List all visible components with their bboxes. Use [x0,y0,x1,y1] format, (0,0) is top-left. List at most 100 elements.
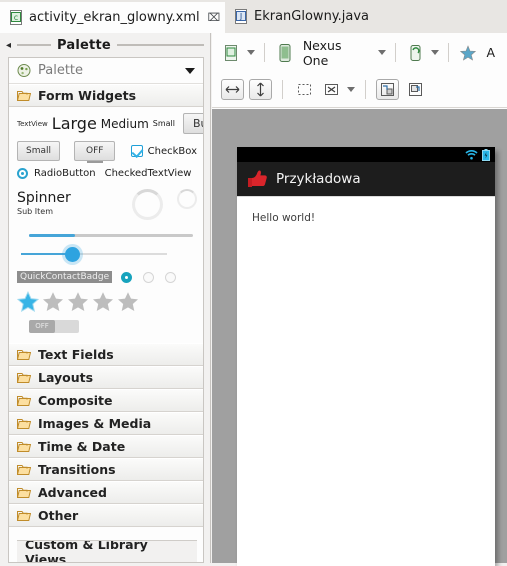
tab-label: activity_ekran_glowny.xml [29,9,200,25]
widget-small-button[interactable]: Small [17,141,60,161]
widget-rating-bar[interactable] [17,291,197,312]
palette-category-text-fields[interactable]: Text Fields [9,343,203,366]
phone-icon [274,43,296,63]
palette-panel: ◂ Palette Palette Form Widgets TextView … [0,33,211,563]
category-label: Text Fields [38,347,114,362]
radio-button-icon[interactable] [17,168,28,179]
tab-label: EkranGlowny.java [254,9,370,24]
widget-button[interactable]: Button [183,113,203,134]
widget-checkedtextview-label[interactable]: CheckedTextView [105,168,192,179]
tab-activity-ekran-glowny-xml[interactable]: c activity_ekran_glowny.xml ⌧ [0,2,231,33]
outline-nested-icon[interactable] [376,79,399,100]
eclipse-layout-editor: c activity_ekran_glowny.xml ⌧ J EkranGlo… [0,0,507,566]
device-preview[interactable]: Przykładowa Hello world! [237,147,495,566]
widget-large-text[interactable]: Large [52,114,97,133]
palette-header: Palette [9,58,203,84]
hello-world-text[interactable]: Hello world! [237,197,495,224]
svg-text:c: c [14,13,18,22]
palette-body: Palette Form Widgets TextView Large Medi… [8,57,204,563]
palette-category-time-date[interactable]: Time & Date [9,435,203,458]
chevron-down-icon[interactable] [185,67,195,74]
palette-category-advanced[interactable]: Advanced [9,481,203,504]
category-label: Layouts [38,370,94,385]
group-label: Form Widgets [38,88,137,103]
widget-radiobutton-label[interactable]: RadioButton [34,168,96,179]
collapse-left-icon[interactable]: ◂ [6,40,11,51]
fit-horizontal-icon[interactable] [221,79,244,100]
palette-category-transitions[interactable]: Transitions [9,458,203,481]
star-empty-icon[interactable] [117,291,139,312]
layout-editor: Nexus One A Przykładowa Hello world! [212,33,507,566]
chevron-down-icon[interactable] [377,50,386,55]
app-content-area[interactable]: Hello world! [237,196,495,566]
palette-category-other[interactable]: Other [9,504,203,527]
checkbox-icon[interactable] [131,145,143,157]
include-in-icon[interactable] [404,80,426,100]
category-label: Custom & Library Views [25,540,148,562]
layout-config-icon[interactable] [221,43,243,63]
radio-empty-icon[interactable] [143,271,155,283]
palette-category-composite[interactable]: Composite [9,389,203,412]
radio-selected-icon[interactable] [121,271,133,283]
widget-small-text[interactable]: Small [153,119,175,128]
widget-medium-text[interactable]: Medium [101,117,149,131]
star-icon[interactable] [458,43,480,63]
folder-icon [17,373,31,383]
star-empty-icon[interactable] [67,291,89,312]
palette-header-label: Palette [38,63,84,78]
spinner-label: Spinner [17,190,71,206]
widget-row-quickcontact: QuickContactBadge [17,271,197,283]
theme-label[interactable]: A [486,45,495,60]
palette-category-custom-library-views[interactable]: Custom & Library Views [17,540,197,562]
widget-row-buttons: Small OFF CheckBox [17,141,197,161]
xml-file-icon: c [10,9,22,25]
android-status-bar [237,147,495,162]
widget-toggle-button[interactable]: OFF [74,141,116,161]
progress-spinner-large-icon[interactable] [132,189,163,220]
app-title: Przykładowa [276,171,361,187]
panel-title-label: Palette [57,37,111,53]
divider [365,80,366,99]
radio-empty-icon[interactable] [165,271,177,283]
palette-icon [17,64,31,77]
widget-quickcontactbadge[interactable]: QuickContactBadge [17,271,113,283]
design-canvas[interactable]: Przykładowa Hello world! [212,109,507,566]
marquee-select-icon[interactable] [293,80,315,100]
widget-textview[interactable]: TextView [17,120,48,128]
widget-seek-bar[interactable] [21,247,167,262]
widget-spinner[interactable]: Spinner Sub Item [17,191,71,217]
category-label: Time & Date [38,439,126,454]
chevron-down-icon[interactable] [430,50,439,55]
widget-progress-bar[interactable] [29,234,193,237]
chevron-down-icon[interactable] [347,87,355,92]
chevron-down-icon[interactable] [246,50,255,55]
seekbar-thumb[interactable] [64,247,80,262]
java-file-icon: J [235,9,247,24]
category-label: Transitions [38,462,116,477]
tab-ekran-glowny-java[interactable]: J EkranGlowny.java [225,0,379,33]
folder-icon [17,465,31,475]
progress-spinner-small-icon[interactable] [177,189,197,209]
widget-checkbox-label[interactable]: CheckBox [148,146,197,157]
editor-toolbar-actions [212,72,507,108]
editor-tab-bar: c activity_ekran_glowny.xml ⌧ J EkranGlo… [0,0,507,33]
star-filled-icon[interactable] [17,291,39,312]
category-label: Composite [38,393,113,408]
category-label: Advanced [38,485,107,500]
category-label: Images & Media [38,416,152,431]
widget-preview-list: TextView Large Medium Small Button Small… [9,107,203,343]
palette-category-images-media[interactable]: Images & Media [9,412,203,435]
widget-switch[interactable]: OFF [29,320,197,333]
orientation-portrait-icon[interactable] [405,43,427,63]
device-name-label[interactable]: Nexus One [303,38,371,68]
close-icon[interactable]: ⌧ [208,11,221,24]
fit-vertical-icon[interactable] [249,79,272,100]
palette-category-layouts[interactable]: Layouts [9,366,203,389]
star-empty-icon[interactable] [42,291,64,312]
palette-group-form-widgets[interactable]: Form Widgets [9,84,203,107]
svg-text:J: J [239,12,242,21]
widget-row-textviews: TextView Large Medium Small Button [17,113,203,134]
star-empty-icon[interactable] [92,291,114,312]
expand-all-icon[interactable] [320,80,342,100]
folder-icon [17,396,31,406]
